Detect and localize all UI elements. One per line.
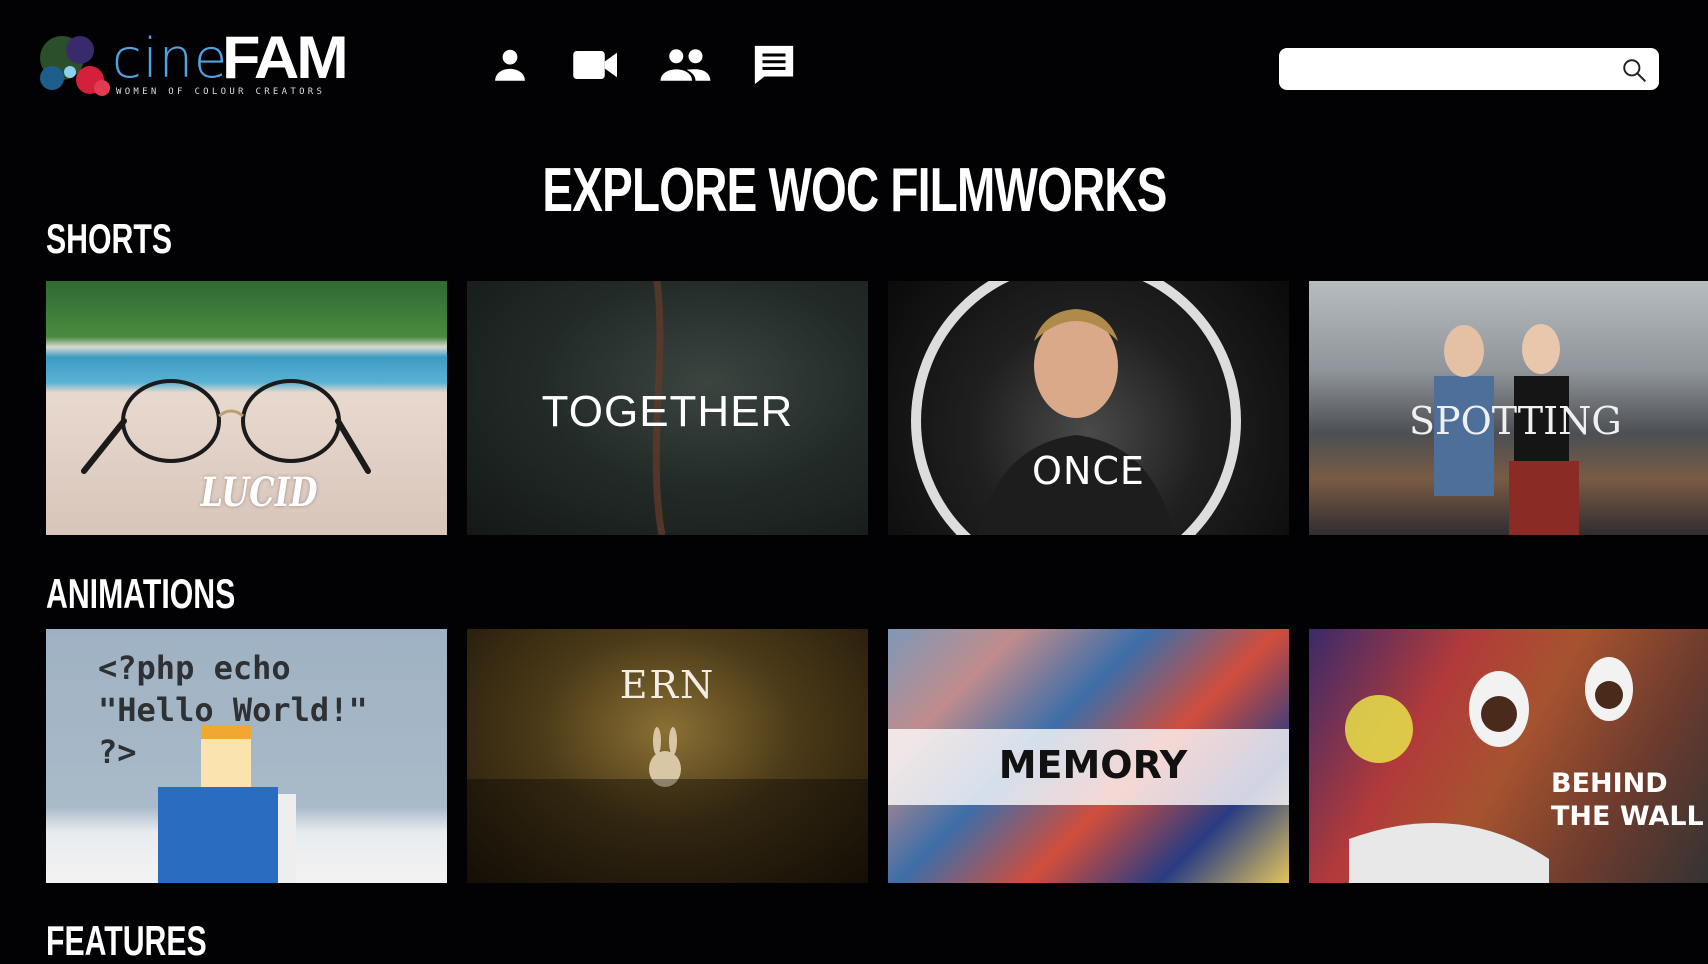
flower-logo-icon bbox=[40, 36, 110, 96]
search-icon[interactable] bbox=[1621, 57, 1647, 83]
cinefam-logo[interactable]: cine FAM WOMEN OF COLOUR CREATORS bbox=[32, 26, 362, 102]
tile-label: ONCE bbox=[1032, 449, 1145, 493]
film-tile-spotting[interactable]: SPOTTING bbox=[1309, 281, 1708, 535]
group-icon bbox=[660, 49, 711, 81]
film-tile-ern[interactable]: ERN bbox=[467, 629, 868, 883]
tile-label: LUCID bbox=[200, 469, 318, 516]
person-icon bbox=[495, 49, 525, 81]
graffiti-face-image bbox=[1345, 657, 1633, 883]
tile-label: TOGETHER bbox=[541, 387, 794, 436]
logo-fam-text: FAM bbox=[222, 24, 349, 91]
film-tile-once[interactable]: ONCE bbox=[888, 281, 1289, 535]
film-tile-together[interactable]: TOGETHER bbox=[467, 281, 868, 535]
paper-figure-image bbox=[158, 725, 296, 883]
messages-button[interactable] bbox=[744, 40, 804, 90]
film-tile-hello-world[interactable]: <?php echo "Hello World!" ?> bbox=[46, 629, 447, 883]
videos-button[interactable] bbox=[566, 40, 626, 90]
shorts-row: LUCID TOGETHER ONCE SPOTTING bbox=[46, 281, 1708, 535]
logo-tagline: WOMEN OF COLOUR CREATORS bbox=[116, 87, 326, 97]
search-bar bbox=[1279, 48, 1659, 90]
community-button[interactable] bbox=[655, 40, 715, 90]
portrait-image bbox=[911, 281, 1241, 535]
section-title-shorts: SHORTS bbox=[46, 215, 173, 262]
search-input[interactable] bbox=[1291, 54, 1605, 86]
page-title: EXPLORE WOC FILMWORKS bbox=[542, 156, 1167, 225]
tile-label: BEHIND THE WALL bbox=[1551, 768, 1704, 832]
logo-cine-text: cine bbox=[112, 27, 229, 90]
film-tile-lucid[interactable]: LUCID bbox=[46, 281, 447, 535]
tile-label: MEMORY bbox=[998, 743, 1188, 787]
section-title-animations: ANIMATIONS bbox=[46, 570, 236, 617]
tile-label: SPOTTING bbox=[1409, 399, 1622, 443]
videocam-icon bbox=[573, 51, 617, 79]
profile-button[interactable] bbox=[480, 40, 540, 90]
animations-row: <?php echo "Hello World!" ?> ERN MEMORY bbox=[46, 629, 1708, 883]
tile-label: ERN bbox=[619, 663, 716, 707]
chat-icon bbox=[754, 45, 794, 85]
film-tile-memory[interactable]: MEMORY bbox=[888, 629, 1289, 883]
section-title-features: FEATURES bbox=[46, 917, 207, 964]
film-tile-behind-the-wall[interactable]: BEHIND THE WALL bbox=[1309, 629, 1708, 883]
